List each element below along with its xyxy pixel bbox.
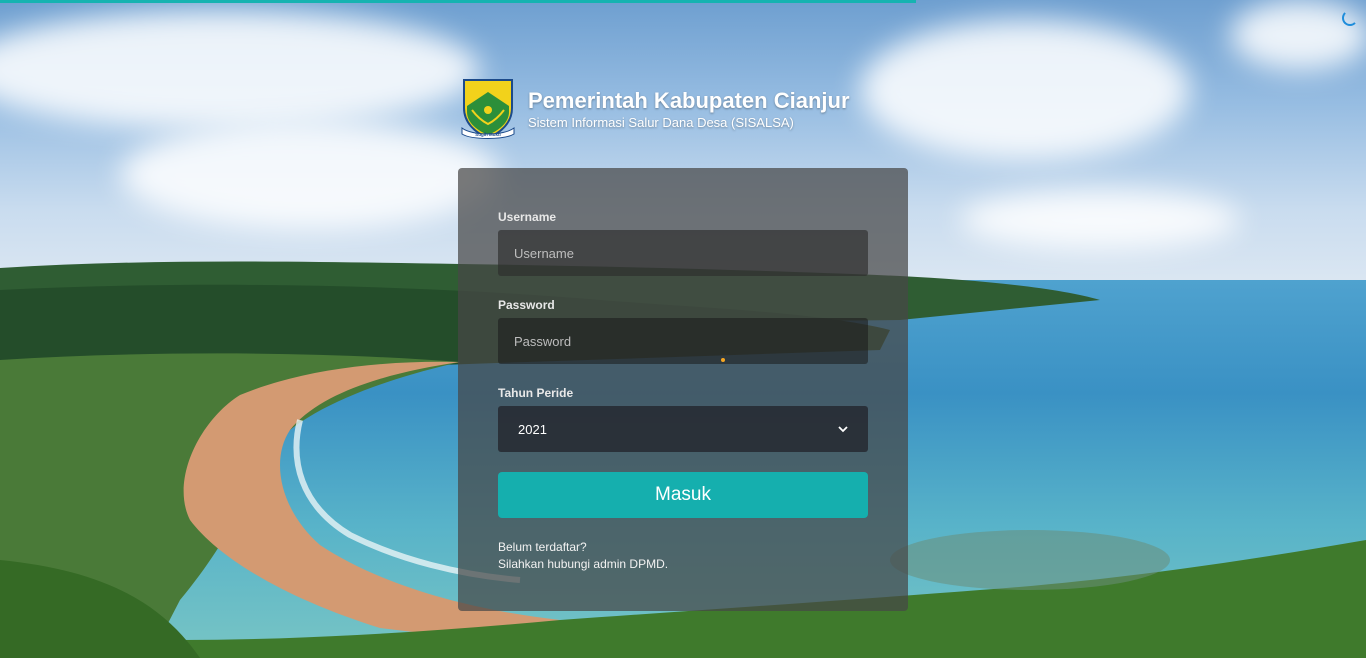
cianjur-emblem-icon: Sugih Mukti xyxy=(461,79,515,140)
page-subtitle: Sistem Informasi Salur Dana Desa (SISALS… xyxy=(528,115,794,130)
brand-text: Pemerintah Kabupaten Cianjur Sistem Info… xyxy=(528,88,850,132)
year-select[interactable]: 2021 xyxy=(498,406,868,452)
password-label: Password xyxy=(498,298,555,312)
username-label: Username xyxy=(498,210,557,224)
year-selected-value: 2021 xyxy=(518,421,547,437)
chevron-down-icon xyxy=(838,426,848,433)
page-title: Pemerintah Kabupaten Cianjur xyxy=(528,88,850,113)
login-card: Username Password Tahun Peride 2021 Masu… xyxy=(458,168,908,611)
cursor-dot xyxy=(721,358,725,362)
login-button[interactable]: Masuk xyxy=(498,472,868,518)
note-line-2: Silahkan hubungi admin DPMD. xyxy=(498,557,669,571)
username-input[interactable] xyxy=(498,230,868,276)
brand-header: Sugih Mukti Pemerintah Kabupaten Cianjur… xyxy=(458,78,850,142)
password-input[interactable] xyxy=(498,318,868,364)
registration-note: Belum terdaftar? Silahkan hubungi admin … xyxy=(498,539,668,573)
spinner-icon xyxy=(1342,10,1358,26)
emblem-motto: Sugih Mukti xyxy=(475,132,501,137)
year-label: Tahun Peride xyxy=(498,386,574,400)
note-line-1: Belum terdaftar? xyxy=(498,540,587,554)
page-loading-bar xyxy=(0,0,916,3)
